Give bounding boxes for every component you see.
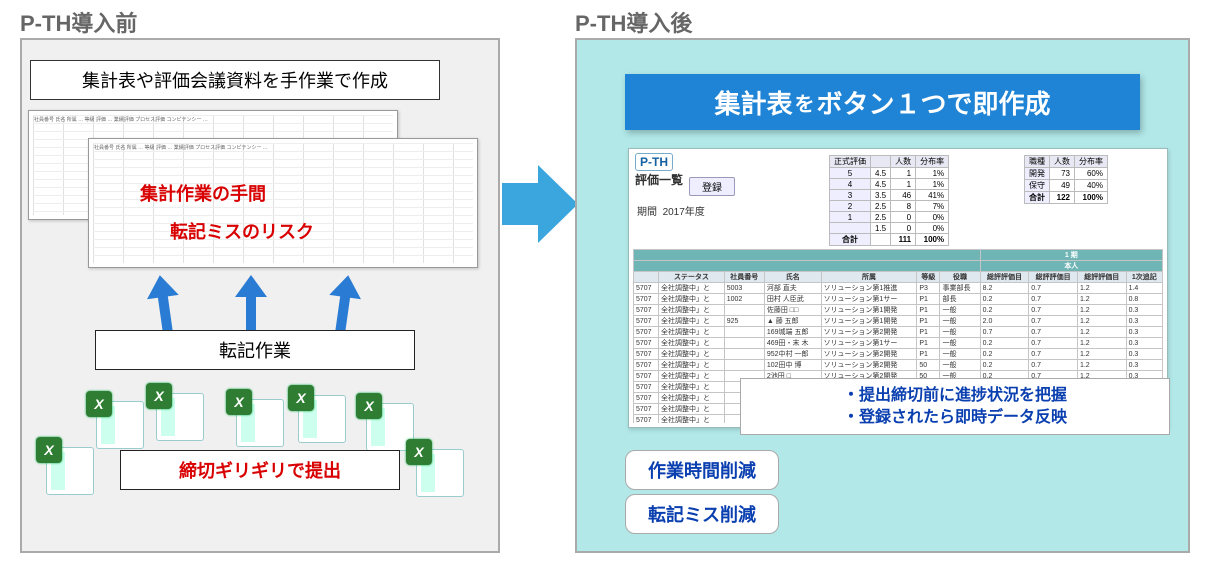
title-before: P-TH導入前 — [20, 6, 137, 38]
excel-icon: X — [406, 439, 432, 465]
overlay-line-2: ・登録されたら即時データ反映 — [751, 407, 1159, 429]
excel-icon: X — [86, 391, 112, 417]
app-header: P-TH 評価一覧 — [635, 153, 683, 188]
banner-text-3: ボタン１つで即作成 — [817, 84, 1051, 121]
summary-table-right: 職種人数分布率開発7360%保守4940%合計122100% — [1024, 155, 1108, 204]
period-label-text: 期間 — [637, 207, 657, 218]
banner-text-2: を — [795, 88, 815, 117]
excel-icon: X — [226, 389, 252, 415]
callout-risk: 転記ミスのリスク — [170, 218, 314, 244]
overlay-line-1: ・提出締切前に進捗状況を把握 — [751, 385, 1159, 407]
benefit-pill-2: 転記ミス削減 — [625, 494, 779, 534]
title-after: P-TH導入後 — [575, 6, 692, 38]
excel-icon: X — [288, 385, 314, 411]
transcribe-label: 転記作業 — [219, 341, 291, 361]
pth-logo: P-TH — [635, 153, 673, 171]
excel-icon: X — [356, 393, 382, 419]
overlay-note: ・提出締切前に進捗状況を把握 ・登録されたら即時データ反映 — [740, 378, 1170, 435]
deadline-text: 締切ギリギリで提出 — [179, 461, 341, 481]
transcribe-label-box: 転記作業 — [95, 330, 415, 370]
up-arrow-icon — [237, 275, 265, 335]
deadline-box: 締切ギリギリで提出 — [120, 450, 400, 490]
period-value: 2017年度 — [663, 207, 705, 218]
summary-table-left: 正式評価人数分布率54.511%44.511%33.54641%22.587%1… — [829, 155, 949, 246]
callout-effort: 集計作業の手間 — [140, 180, 266, 206]
before-caption-text: 集計表や評価会議資料を手作業で作成 — [82, 71, 388, 91]
after-banner: 集計表 を ボタン１つで即作成 — [625, 74, 1140, 130]
banner-text-1: 集計表 — [714, 84, 792, 121]
benefit-pill-1: 作業時間削減 — [625, 450, 779, 490]
period-label: 期間 2017年度 — [637, 203, 705, 218]
excel-icon: X — [146, 383, 172, 409]
arrow-right-icon — [502, 165, 577, 243]
register-button[interactable]: 登録 — [689, 177, 735, 196]
screen-title: 評価一覧 — [635, 173, 683, 187]
before-caption-box: 集計表や評価会議資料を手作業で作成 — [30, 60, 440, 100]
excel-icon: X — [36, 437, 62, 463]
